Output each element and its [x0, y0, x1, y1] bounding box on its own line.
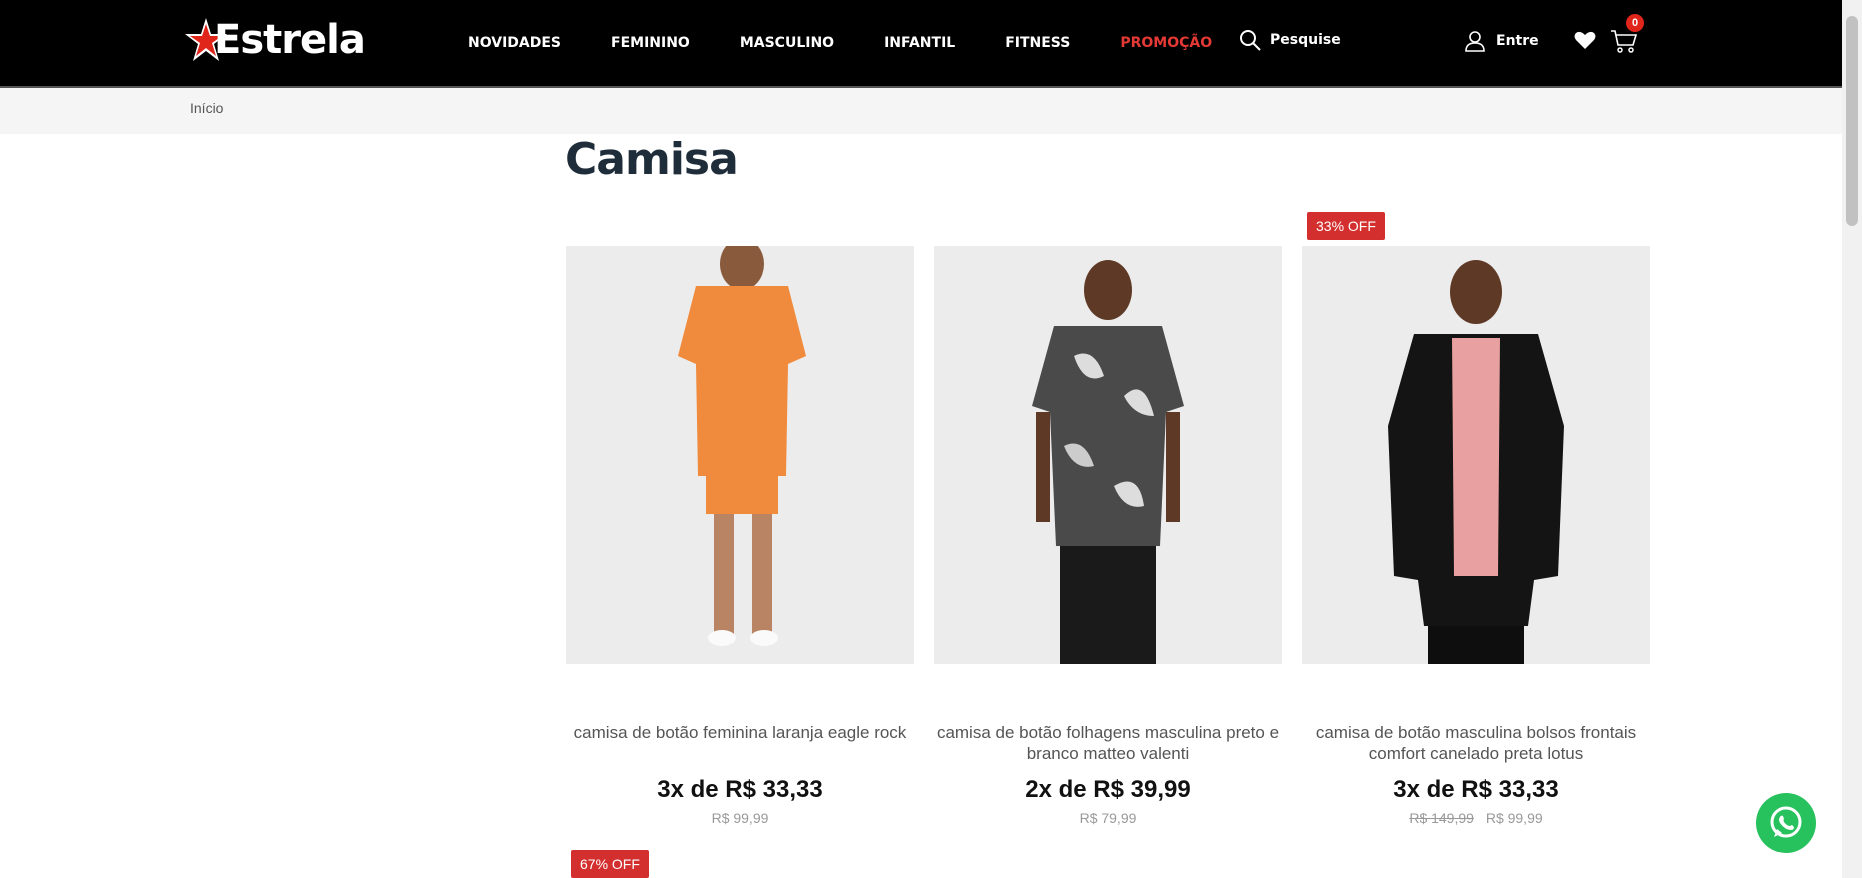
account-label: Entre [1496, 33, 1539, 49]
scrollbar-thumb[interactable] [1846, 16, 1858, 226]
price-value: R$ 99,99 [1485, 810, 1543, 826]
discount-badge: 67% OFF [571, 850, 649, 878]
product-price: R$ 99,99 [566, 810, 914, 826]
product-price: R$ 149,99 R$ 99,99 [1302, 810, 1650, 826]
search-icon [1240, 30, 1261, 51]
cart-button[interactable] [1610, 28, 1638, 59]
product-image[interactable] [566, 246, 914, 664]
logo[interactable]: Estrela [184, 14, 366, 66]
product-installment: 2x de R$ 39,99 [1025, 776, 1191, 803]
product-name[interactable]: camisa de botão masculina bolsos frontai… [1298, 722, 1654, 764]
nav-infantil[interactable]: INFANTIL [884, 35, 955, 51]
product-installment: 3x de R$ 33,33 [1393, 776, 1559, 803]
whatsapp-icon [1770, 806, 1802, 838]
nav-feminino[interactable]: FEMININO [611, 35, 690, 51]
discount-badge: 33% OFF [1307, 212, 1385, 240]
whatsapp-button[interactable] [1756, 793, 1816, 853]
main-nav: NOVIDADES FEMININO MASCULINO INFANTIL FI… [468, 0, 1262, 86]
product-name[interactable]: camisa de botão folhagens masculina pret… [930, 722, 1286, 764]
user-icon [1465, 31, 1485, 52]
nav-masculino[interactable]: MASCULINO [740, 35, 834, 51]
product-photo-floral-shirt [934, 246, 1282, 664]
product-photo-orange-shirt [566, 246, 914, 664]
product-installment: 3x de R$ 33,33 [657, 776, 823, 803]
nav-fitness[interactable]: FITNESS [1005, 35, 1070, 51]
site-header: Estrela NOVIDADES FEMININO MASCULINO INF… [0, 0, 1842, 88]
search-button[interactable]: Pesquise [1238, 28, 1341, 52]
price-value: R$ 99,99 [711, 810, 769, 826]
product-image[interactable] [934, 246, 1282, 664]
product-price: R$ 79,99 [934, 810, 1282, 826]
account-button[interactable]: Entre [1464, 30, 1539, 52]
product-photo-black-shirt [1302, 246, 1650, 664]
nav-promocao[interactable]: PROMOÇÃO [1120, 35, 1212, 51]
breadcrumb-home[interactable]: Início [190, 100, 223, 116]
product-image[interactable] [1302, 246, 1650, 664]
heart-icon [1574, 31, 1596, 49]
nav-novidades[interactable]: NOVIDADES [468, 35, 561, 51]
old-price: R$ 149,99 [1409, 810, 1474, 826]
breadcrumb: Início [0, 88, 1842, 134]
product-name[interactable]: camisa de botão feminina laranja eagle r… [562, 722, 918, 743]
price-value: R$ 79,99 [1079, 810, 1137, 826]
page-title: Camisa [565, 134, 739, 185]
cart-count-badge: 0 [1626, 14, 1644, 32]
search-label: Pesquise [1270, 32, 1341, 48]
logo-text: Estrela [214, 17, 366, 63]
vertical-scrollbar[interactable] [1842, 0, 1862, 878]
wishlist-button[interactable] [1574, 30, 1596, 55]
